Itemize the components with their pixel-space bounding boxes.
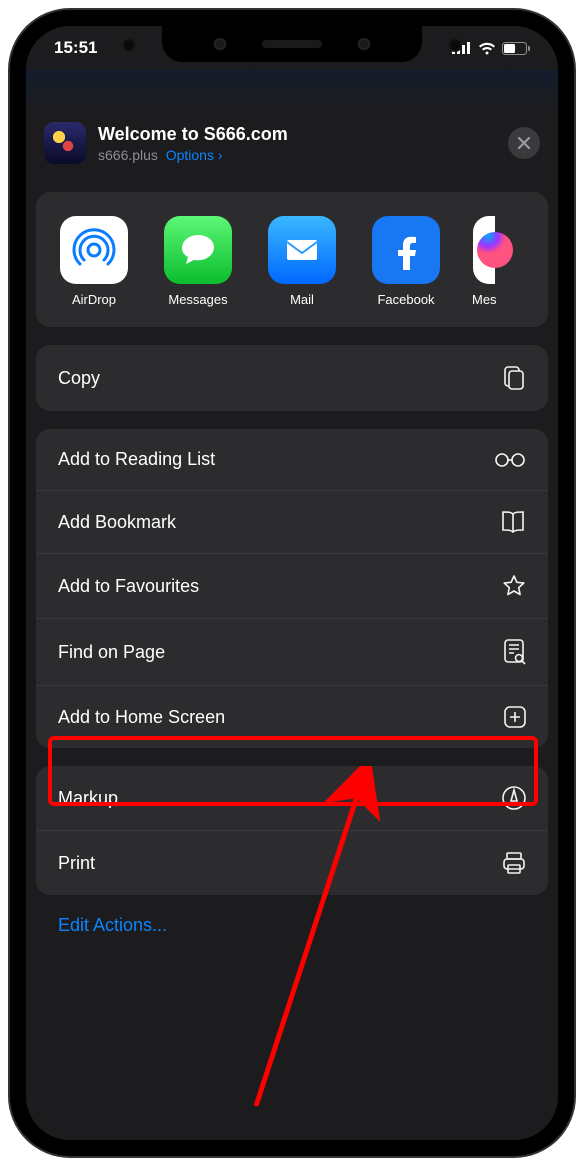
share-target-facebook[interactable]: Facebook [368, 216, 444, 307]
page-domain: s666.plus [98, 147, 158, 163]
share-target-airdrop[interactable]: AirDrop [56, 216, 132, 307]
close-button[interactable] [508, 127, 540, 159]
markup-icon [502, 786, 526, 810]
action-copy[interactable]: Copy [36, 345, 548, 411]
chevron-right-icon: › [218, 147, 223, 163]
battery-icon [502, 42, 530, 55]
share-label: Mail [290, 292, 314, 307]
action-bookmark[interactable]: Add Bookmark [36, 491, 548, 554]
status-time: 15:51 [54, 38, 97, 58]
action-reading-list[interactable]: Add to Reading List [36, 429, 548, 491]
copy-icon [502, 365, 526, 391]
wifi-icon [478, 42, 496, 55]
share-target-mail[interactable]: Mail [264, 216, 340, 307]
action-label: Copy [58, 368, 100, 389]
airdrop-icon [60, 216, 128, 284]
screen: 15:51 Welcome to S666.com s666.plus Opti… [26, 26, 558, 1140]
close-icon [518, 137, 530, 149]
page-title: Welcome to S666.com [98, 124, 496, 145]
mail-icon [268, 216, 336, 284]
phone-frame: 15:51 Welcome to S666.com s666.plus Opti… [10, 10, 574, 1156]
plus-square-icon [504, 706, 526, 728]
facebook-icon [372, 216, 440, 284]
share-label: Messages [168, 292, 227, 307]
action-favourites[interactable]: Add to Favourites [36, 554, 548, 619]
glasses-icon [494, 452, 526, 468]
book-icon [500, 511, 526, 533]
action-label: Add to Favourites [58, 576, 199, 597]
action-find[interactable]: Find on Page [36, 619, 548, 686]
background-page [26, 70, 558, 110]
messenger-icon [473, 216, 495, 284]
action-label: Find on Page [58, 642, 165, 663]
print-icon [502, 851, 526, 875]
action-group-main: Add to Reading List Add Bookmark Add to … [36, 429, 548, 748]
status-indicators [452, 42, 530, 55]
sheet-header: Welcome to S666.com s666.plus Options › [26, 106, 558, 180]
share-target-messages[interactable]: Messages [160, 216, 236, 307]
action-group-tools: Markup Print [36, 766, 548, 895]
page-subtitle: s666.plus Options › [98, 147, 496, 163]
share-label: AirDrop [72, 292, 116, 307]
action-label: Add to Reading List [58, 449, 215, 470]
messages-icon [164, 216, 232, 284]
action-home-screen[interactable]: Add to Home Screen [36, 686, 548, 748]
action-markup[interactable]: Markup [36, 766, 548, 831]
share-sheet: Welcome to S666.com s666.plus Options › … [26, 106, 558, 1140]
share-label: Mes [472, 292, 497, 307]
options-link[interactable]: Options › [166, 147, 223, 163]
share-label: Facebook [377, 292, 434, 307]
action-label: Print [58, 853, 95, 874]
notch [162, 26, 422, 62]
share-targets-row[interactable]: AirDrop Messages Mail [36, 192, 548, 327]
share-target-messenger[interactable]: Mes [472, 216, 497, 307]
edit-actions-link[interactable]: Edit Actions... [36, 895, 548, 956]
action-group-copy: Copy [36, 345, 548, 411]
find-icon [504, 639, 526, 665]
header-text: Welcome to S666.com s666.plus Options › [98, 124, 496, 163]
action-label: Add Bookmark [58, 512, 176, 533]
site-favicon [44, 122, 86, 164]
star-icon [502, 574, 526, 598]
action-label: Markup [58, 788, 118, 809]
edit-actions-label: Edit Actions... [58, 915, 167, 935]
action-label: Add to Home Screen [58, 707, 225, 728]
action-print[interactable]: Print [36, 831, 548, 895]
